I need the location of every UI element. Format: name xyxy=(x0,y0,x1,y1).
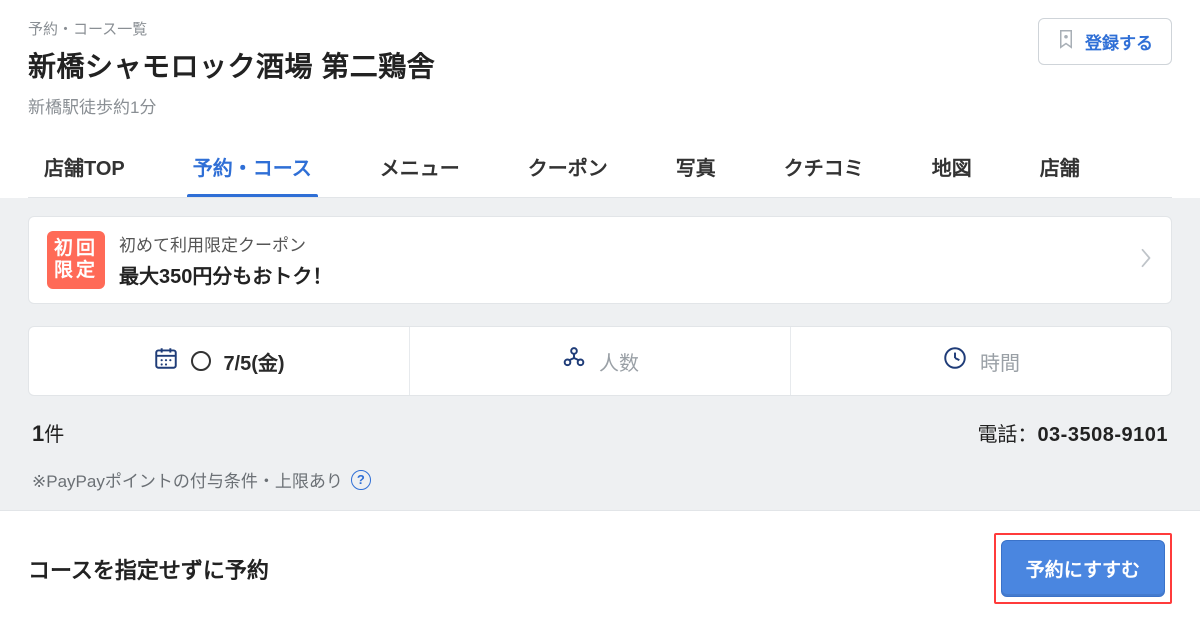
result-count: 1件 xyxy=(32,418,64,447)
phone-number: 03-3508-9101 xyxy=(1037,424,1168,446)
people-icon xyxy=(561,345,587,377)
result-count-unit: 件 xyxy=(44,424,64,446)
tab-coupon[interactable]: クーポン xyxy=(528,136,608,197)
tab-map[interactable]: 地図 xyxy=(932,136,972,197)
tab-store[interactable]: 店舗 xyxy=(1040,136,1080,197)
date-selector[interactable]: 7/5(金) xyxy=(29,327,409,395)
first-time-coupon-card[interactable]: 初回 限定 初めて利用限定クーポン 最大350円分もおトク！ xyxy=(28,216,1172,304)
coupon-text: 初めて利用限定クーポン 最大350円分もおトク！ xyxy=(119,231,1125,289)
coupon-badge-line1: 初回 xyxy=(54,238,98,260)
proceed-reserve-button[interactable]: 予約にすすむ xyxy=(1001,540,1165,597)
time-placeholder: 時間 xyxy=(980,347,1020,376)
register-button[interactable]: 登録する xyxy=(1038,18,1172,65)
tab-review[interactable]: クチコミ xyxy=(784,136,864,197)
coupon-badge: 初回 限定 xyxy=(47,231,105,289)
coupon-title: 最大350円分もおトク！ xyxy=(119,260,1125,289)
help-icon[interactable]: ? xyxy=(351,470,371,490)
tab-reserve-course[interactable]: 予約・コース xyxy=(193,136,312,197)
points-note: ※PayPayポイントの付与条件・上限あり ? xyxy=(28,467,1172,492)
cta-highlight-frame: 予約にすすむ xyxy=(994,533,1172,604)
register-label: 登録する xyxy=(1085,29,1153,54)
people-selector[interactable]: 人数 xyxy=(409,327,790,395)
chevron-right-icon xyxy=(1139,246,1153,275)
station-info: 新橋駅徒歩約1分 xyxy=(28,93,1172,118)
date-value: 7/5(金) xyxy=(223,347,284,376)
coupon-badge-line2: 限定 xyxy=(54,260,98,282)
vacancy-circle-icon xyxy=(191,351,211,371)
result-count-number: 1 xyxy=(32,421,44,446)
bookmark-icon xyxy=(1057,28,1075,55)
breadcrumb: 予約・コース一覧 xyxy=(28,18,1172,39)
clock-icon xyxy=(942,345,968,377)
tab-store-top[interactable]: 店舗TOP xyxy=(44,136,125,197)
calendar-icon xyxy=(153,345,179,377)
phone: 電話：03-3508-9101 xyxy=(977,418,1168,447)
tab-menu[interactable]: メニュー xyxy=(380,136,460,197)
time-selector[interactable]: 時間 xyxy=(790,327,1171,395)
header: 予約・コース一覧 新橋シャモロック酒場 第二鶏舎 新橋駅徒歩約1分 登録する 店… xyxy=(0,0,1200,198)
results-meta: 1件 電話：03-3508-9101 xyxy=(28,418,1172,447)
phone-label: 電話： xyxy=(977,424,1037,446)
people-placeholder: 人数 xyxy=(599,347,639,376)
coupon-subtitle: 初めて利用限定クーポン xyxy=(119,231,1125,256)
tab-photo[interactable]: 写真 xyxy=(676,136,716,197)
points-note-text: ※PayPayポイントの付与条件・上限あり xyxy=(32,467,343,492)
reservation-selector: 7/5(金) 人数 xyxy=(28,326,1172,396)
restaurant-name: 新橋シャモロック酒場 第二鶏舎 xyxy=(28,45,1172,85)
tab-bar: 店舗TOP 予約・コース メニュー クーポン 写真 クチコミ 地図 店舗 xyxy=(28,136,1172,198)
cta-text: コースを指定せずに予約 xyxy=(28,553,269,585)
